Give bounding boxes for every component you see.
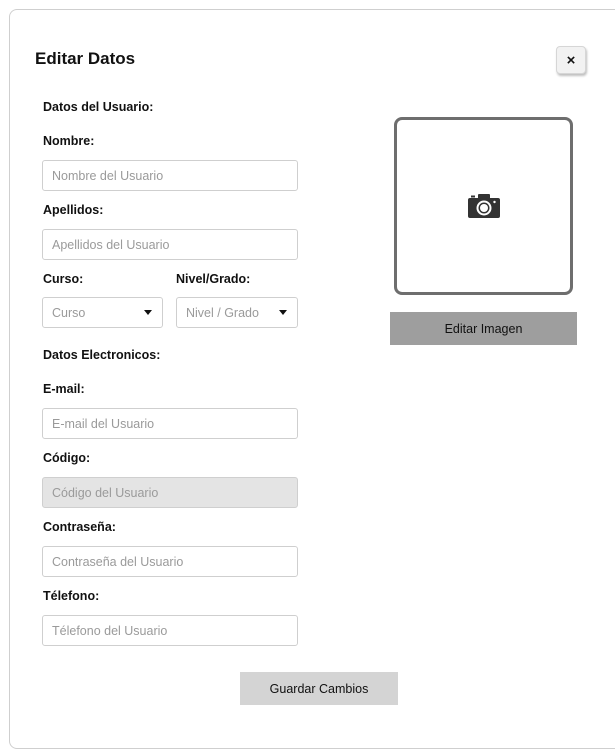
nombre-input[interactable] (42, 160, 298, 191)
close-icon: × (566, 51, 576, 69)
user-data-heading: Datos del Usuario: (43, 100, 154, 114)
save-changes-button[interactable]: Guardar Cambios (240, 672, 398, 705)
close-button[interactable]: × (556, 46, 586, 74)
nivel-select[interactable]: Nivel / Grado (176, 297, 298, 328)
apellidos-input[interactable] (42, 229, 298, 260)
profile-image-placeholder (394, 117, 573, 295)
nivel-label: Nivel/Grado: (176, 272, 251, 286)
camera-icon (467, 194, 500, 218)
edit-image-button[interactable]: Editar Imagen (390, 312, 577, 345)
electronic-data-heading: Datos Electronicos: (43, 348, 161, 362)
curso-label: Curso: (43, 272, 84, 286)
nombre-label: Nombre: (43, 134, 95, 148)
curso-select[interactable]: Curso (42, 297, 163, 328)
codigo-input (42, 477, 298, 508)
telefono-label: Télefono: (43, 589, 100, 603)
curso-select-value: Curso (52, 305, 86, 320)
chevron-down-icon (279, 310, 287, 315)
nivel-select-value: Nivel / Grado (186, 305, 259, 320)
apellidos-label: Apellidos: (43, 203, 104, 217)
email-label: E-mail: (43, 382, 85, 396)
dialog-title: Editar Datos (35, 49, 136, 68)
email-input[interactable] (42, 408, 298, 439)
chevron-down-icon (144, 310, 152, 315)
telefono-input[interactable] (42, 615, 298, 646)
codigo-label: Código: (43, 451, 91, 465)
password-label: Contraseña: (43, 520, 116, 534)
password-input[interactable] (42, 546, 298, 577)
